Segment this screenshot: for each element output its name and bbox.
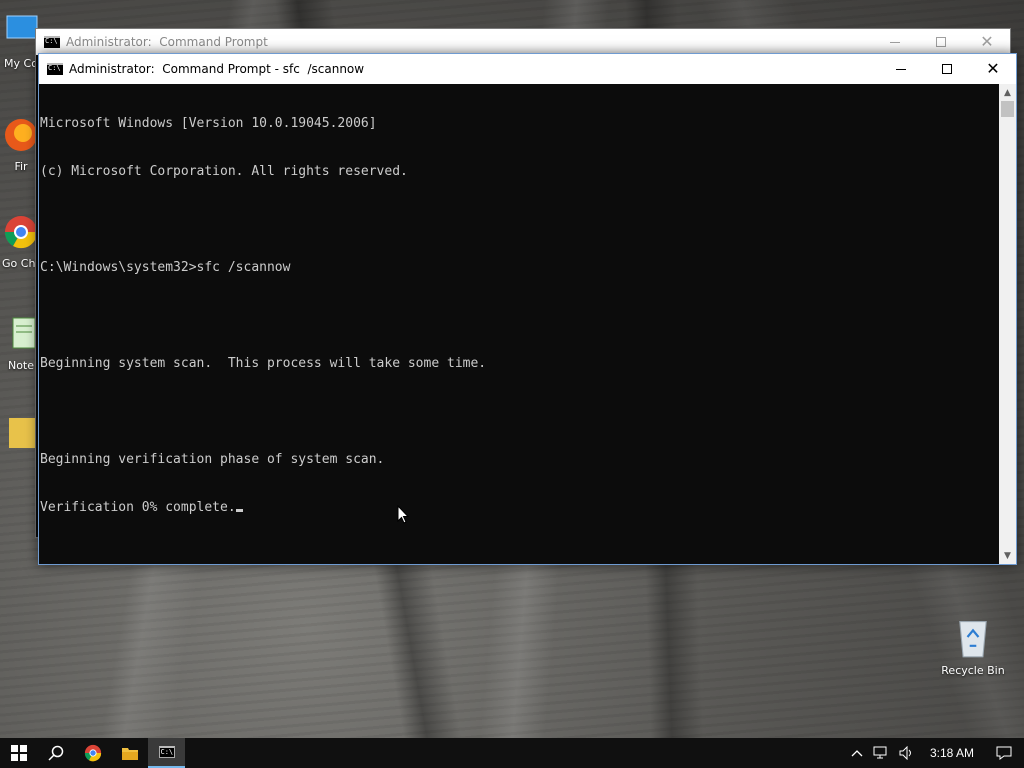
desktop-icon-recycle-bin[interactable]: Recycle Bin xyxy=(938,615,1008,677)
search-icon xyxy=(47,745,63,761)
taskbar-file-explorer[interactable] xyxy=(111,738,148,768)
system-tray: 3:18 AM xyxy=(846,738,1024,768)
maximize-button[interactable] xyxy=(918,29,964,55)
vertical-scrollbar[interactable]: ▲ ▼ xyxy=(999,84,1016,564)
start-button[interactable] xyxy=(0,738,37,768)
minimize-icon xyxy=(890,41,900,43)
clock[interactable]: 3:18 AM xyxy=(920,738,984,768)
window-title: Administrator: Command Prompt xyxy=(66,35,268,49)
close-button[interactable]: ✕ xyxy=(964,29,1010,55)
volume-icon xyxy=(899,746,911,760)
network-icon xyxy=(873,746,887,759)
console-line: (c) Microsoft Corporation. All rights re… xyxy=(40,164,408,179)
console-line: Verification 0% complete. xyxy=(40,500,236,515)
search-button[interactable] xyxy=(37,738,74,768)
file-explorer-icon xyxy=(121,748,138,760)
minimize-button[interactable] xyxy=(878,54,924,84)
window-title: Administrator: Command Prompt - sfc /sca… xyxy=(69,62,365,76)
mouse-pointer-icon xyxy=(397,505,409,524)
maximize-button[interactable] xyxy=(924,54,970,84)
scroll-down-arrow-icon[interactable]: ▼ xyxy=(999,547,1016,564)
console-line: Microsoft Windows [Version 10.0.19045.20… xyxy=(40,116,377,131)
close-icon: ✕ xyxy=(980,32,994,51)
chevron-up-icon xyxy=(851,750,863,757)
title-bar[interactable]: Administrator: Command Prompt ✕ xyxy=(36,29,1010,55)
close-icon: ✕ xyxy=(986,59,1000,78)
show-hidden-icons-button[interactable] xyxy=(846,738,868,768)
notifications-button[interactable] xyxy=(984,738,1024,768)
recycle-bin-icon xyxy=(959,621,987,658)
taskbar-chrome[interactable] xyxy=(74,738,111,768)
command-prompt-icon: C:\ xyxy=(158,746,175,758)
scrollbar-thumb[interactable] xyxy=(1001,101,1014,117)
taskbar: C:\ 3:18 AM xyxy=(0,738,1024,768)
console-line: Beginning verification phase of system s… xyxy=(40,452,385,467)
close-button[interactable]: ✕ xyxy=(970,54,1016,84)
network-button[interactable] xyxy=(868,738,894,768)
windows-start-icon xyxy=(10,745,27,761)
minimize-button[interactable] xyxy=(872,29,918,55)
maximize-icon xyxy=(936,37,946,47)
volume-button[interactable] xyxy=(894,738,920,768)
console-line: C:\Windows\system32>sfc /scannow xyxy=(40,260,291,275)
command-prompt-icon xyxy=(44,36,60,48)
taskbar-command-prompt[interactable]: C:\ xyxy=(148,738,185,768)
text-cursor xyxy=(235,509,243,512)
minimize-icon xyxy=(896,68,906,70)
console-line: Beginning system scan. This process will… xyxy=(40,356,487,371)
desktop-icon-label: Recycle Bin xyxy=(941,664,1005,677)
scroll-up-arrow-icon[interactable]: ▲ xyxy=(999,84,1016,101)
title-bar[interactable]: Administrator: Command Prompt - sfc /sca… xyxy=(39,54,1016,84)
console-output[interactable]: Microsoft Windows [Version 10.0.19045.20… xyxy=(39,84,1000,564)
console-line-current: Verification 0% complete. xyxy=(40,500,1000,516)
maximize-icon xyxy=(942,64,952,74)
chrome-icon xyxy=(84,744,101,762)
notifications-icon xyxy=(996,746,1012,760)
command-prompt-icon xyxy=(47,63,63,75)
command-prompt-window[interactable]: Administrator: Command Prompt - sfc /sca… xyxy=(38,53,1017,565)
